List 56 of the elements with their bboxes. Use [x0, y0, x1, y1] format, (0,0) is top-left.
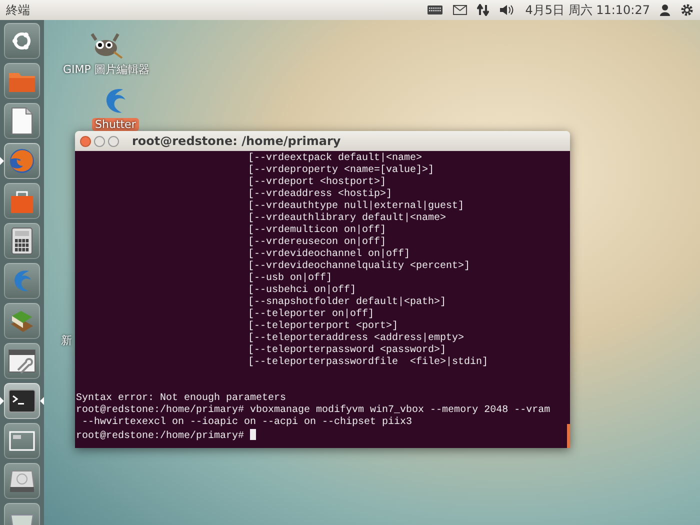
volume-icon[interactable] [499, 4, 516, 16]
mascot-icon [88, 32, 124, 60]
workspace-icon [8, 430, 36, 452]
terminal-line: [--teleporteraddress <address|empty> [248, 333, 464, 344]
launcher-item[interactable] [4, 223, 40, 259]
terminal-line: [--vrdeport <hostport>] [248, 177, 386, 188]
terminal-title: root@redstone: /home/primary [132, 134, 341, 148]
terminal-line: [--vrdevideochannelquality <percent>] [248, 261, 470, 272]
launcher-item[interactable] [4, 303, 40, 339]
running-indicator [0, 157, 4, 165]
terminal-line: Syntax error: Not enough parameters [76, 393, 286, 404]
desktop-icon-label[interactable]: Shutter [92, 118, 139, 131]
keyboard-icon[interactable] [427, 5, 444, 15]
scroll-indicator [567, 424, 570, 448]
calculator-icon [11, 227, 33, 255]
clock-text[interactable]: 4月5日 周六 11:10:27 [525, 2, 650, 18]
window-title: 終端 [6, 2, 31, 18]
terminal-line: [--vrdevideochannel on|off] [248, 249, 410, 260]
running-indicator [0, 397, 4, 405]
desktop-icon-label[interactable]: 新 [58, 333, 75, 348]
wrench-window-icon [8, 348, 36, 374]
document-icon [10, 107, 34, 135]
terminal-line: [--vrdeauthlibrary default|<name> [248, 213, 446, 224]
settings-icon[interactable] [680, 3, 694, 17]
terminal-line: [--teleporterpassword <password>] [248, 345, 446, 356]
trash-icon [9, 514, 35, 525]
terminal-line: [--vrdeaddress <hostip>] [248, 189, 392, 200]
close-button[interactable] [80, 136, 91, 146]
terminal-line: [--usbehci on|off] [248, 285, 356, 296]
terminal-line: [--vrdeextpack default|<name> [248, 153, 422, 164]
user-icon[interactable] [660, 4, 670, 16]
text-cursor [250, 429, 256, 440]
desktop-icon-label[interactable]: GIMP 圖片編輯器 [60, 62, 152, 77]
terminal-line: [--vrdeproperty <name=[value]>] [248, 165, 434, 176]
launcher-item[interactable] [4, 23, 40, 59]
terminal-line: --hwvirtexexcl on --ioapic on --acpi on --chipset piix3 [81, 417, 412, 428]
terminal-line: [--teleporter on|off] [248, 309, 374, 320]
browser-globe-icon [8, 147, 36, 175]
launcher-item[interactable] [4, 423, 40, 459]
terminal-line: root@redstone:/home/primary# vboxmanage modifyvm win7_vbox --memory 2048 --vram [76, 405, 550, 416]
launcher-item[interactable] [4, 103, 40, 139]
terminal-icon [8, 389, 36, 413]
launcher-item[interactable] [4, 343, 40, 379]
mail-icon[interactable] [453, 5, 468, 15]
terminal-line: [--vrdereusecon on|off] [248, 237, 386, 248]
terminal-line: [--vrdeauthtype null|external|guest] [248, 201, 464, 212]
launcher-item[interactable] [4, 463, 40, 499]
terminal-line: [--teleporterport <port>] [248, 321, 398, 332]
terminal-line: [--teleporterpasswordfile <file>|stdin] [248, 357, 488, 368]
hard-drive-icon [8, 468, 36, 494]
ubuntu-logo-icon [11, 30, 33, 52]
network-arrows-icon[interactable] [477, 4, 490, 16]
terminal-line: [--usb on|off] [248, 273, 332, 284]
terminal-line: [--snapshotfolder default|<path>] [248, 297, 446, 308]
terminal-line: [--vrdemulticon on|off] [248, 225, 386, 236]
terminal-prompt: root@redstone:/home/primary# [76, 431, 244, 442]
